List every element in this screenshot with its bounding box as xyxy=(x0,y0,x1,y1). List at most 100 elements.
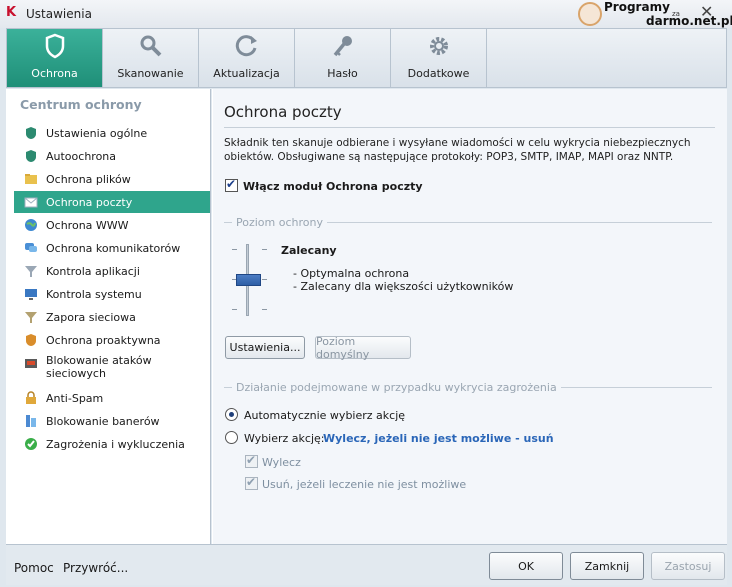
refresh-icon xyxy=(234,33,260,59)
sidebar-item-label: Zapora sieciowa xyxy=(46,310,136,324)
monitor-icon xyxy=(24,287,38,301)
sidebar-item-blokowanie-atakow[interactable]: Blokowanie ataków sieciowych xyxy=(14,352,210,382)
sidebar-heading: Centrum ochrony xyxy=(20,97,142,112)
shield-icon xyxy=(42,33,68,59)
tab-label: Dodatkowe xyxy=(407,67,470,80)
slider-tick xyxy=(262,309,267,310)
sidebar-item-autoochrona[interactable]: Autoochrona xyxy=(14,145,210,167)
sidebar-item-zagrozenia[interactable]: Zagrożenia i wykluczenia xyxy=(14,433,210,455)
help-link[interactable]: Pomoc xyxy=(14,561,54,575)
sidebar-item-label: Blokowanie ataków sieciowych xyxy=(46,354,152,380)
sidebar-item-ustawienia-ogolne[interactable]: Ustawienia ogólne xyxy=(14,122,210,144)
tab-label: Ochrona xyxy=(31,67,78,80)
default-level-button[interactable]: Poziom domyślny xyxy=(315,335,411,361)
sidebar-item-label: Ochrona WWW xyxy=(46,218,129,232)
settings-button[interactable]: Ustawienia... xyxy=(225,336,305,359)
gear-icon xyxy=(426,33,452,59)
window-title: Ustawienia xyxy=(26,7,92,21)
chosen-action-link[interactable]: Wylecz, jeżeli nie jest możliwe - usuń xyxy=(323,432,554,445)
disinfect-label: Wylecz xyxy=(262,456,301,469)
sidebar-item-label: Ochrona proaktywna xyxy=(46,333,161,347)
sidebar-item-anti-spam[interactable]: Anti-Spam xyxy=(14,387,210,409)
enable-checkbox[interactable] xyxy=(225,177,238,192)
shield-orange-icon xyxy=(24,333,38,347)
network-icon xyxy=(24,356,38,370)
level-section-title: Poziom ochrony xyxy=(232,216,327,229)
level-name: Zalecany xyxy=(281,244,337,257)
sidebar-item-label: Anti-Spam xyxy=(46,391,104,405)
radio-choose-label[interactable]: Wybierz akcję: xyxy=(244,432,324,445)
sidebar-item-ochrona-plikow[interactable]: Ochrona plików xyxy=(14,168,210,190)
funnel-icon xyxy=(24,310,38,324)
shield-green-icon xyxy=(24,126,38,140)
check-circle-icon xyxy=(24,437,38,451)
folder-icon xyxy=(24,172,38,186)
tab-aktualizacja[interactable]: Aktualizacja xyxy=(199,29,295,87)
description: Składnik ten skanuje odbierane i wysyłan… xyxy=(224,137,691,163)
slider-tick xyxy=(262,249,267,250)
shield-green-icon xyxy=(24,149,38,163)
ok-button[interactable]: OK xyxy=(489,552,563,580)
radio-choose-action[interactable] xyxy=(225,431,238,444)
sidebar-item-label: Ochrona plików xyxy=(46,172,131,186)
tab-ochrona[interactable]: Ochrona xyxy=(7,29,103,87)
delete-checkbox[interactable] xyxy=(245,475,258,490)
delete-label: Usuń, jeżeli leczenie nie jest możliwe xyxy=(262,478,467,491)
sidebar-item-ochrona-proaktywna[interactable]: Ochrona proaktywna xyxy=(14,329,210,351)
sidebar-item-label: Ochrona komunikatorów xyxy=(46,241,181,255)
funnel-icon xyxy=(24,264,38,278)
envelope-icon xyxy=(24,195,38,209)
title-divider xyxy=(224,127,715,128)
main-panel: Ochrona poczty Składnik ten skanuje odbi… xyxy=(212,89,727,544)
apply-button[interactable]: Zastosuj xyxy=(651,552,725,580)
sidebar-item-label: Ochrona poczty xyxy=(46,195,133,209)
chat-icon xyxy=(24,241,38,255)
tab-label: Skanowanie xyxy=(117,67,184,80)
kaspersky-logo-icon xyxy=(6,5,22,21)
sidebar-item-ochrona-www[interactable]: Ochrona WWW xyxy=(14,214,210,236)
tab-dodatkowe[interactable]: Dodatkowe xyxy=(391,29,487,87)
level-slider-thumb[interactable] xyxy=(236,274,261,286)
sidebar-item-label: Zagrożenia i wykluczenia xyxy=(46,437,185,451)
level-point-2: - Zalecany dla większości użytkowników xyxy=(293,280,514,293)
banner-icon xyxy=(24,414,38,428)
slider-tick xyxy=(232,249,237,250)
watermark-text-1: Programy xyxy=(604,0,670,14)
level-section: Poziom ochrony xyxy=(224,216,712,229)
sidebar-item-kontrola-aplikacji[interactable]: Kontrola aplikacji xyxy=(14,260,210,282)
action-section: Działanie podejmowane w przypadku wykryc… xyxy=(224,381,712,394)
disinfect-checkbox[interactable] xyxy=(245,453,258,468)
action-section-title: Działanie podejmowane w przypadku wykryc… xyxy=(232,381,561,394)
watermark-text-3: darmo.net.pl xyxy=(646,14,732,28)
sidebar-item-zapora-sieciowa[interactable]: Zapora sieciowa xyxy=(14,306,210,328)
radio-auto-action[interactable] xyxy=(225,408,238,421)
sidebar-item-ochrona-komunikatorow[interactable]: Ochrona komunikatorów xyxy=(14,237,210,259)
key-icon xyxy=(330,33,356,59)
sidebar-item-label: Kontrola systemu xyxy=(46,287,142,301)
sidebar: Centrum ochrony Ustawienia ogólne Autooc… xyxy=(6,89,211,544)
sidebar-item-blokowanie-banerow[interactable]: Blokowanie banerów xyxy=(14,410,210,432)
lock-icon xyxy=(24,391,38,405)
slider-tick xyxy=(262,279,267,280)
radio-auto-label[interactable]: Automatycznie wybierz akcję xyxy=(244,409,405,422)
tab-skanowanie[interactable]: Skanowanie xyxy=(103,29,199,87)
sidebar-item-label: Blokowanie banerów xyxy=(46,414,160,428)
sidebar-item-label: Ustawienia ogólne xyxy=(46,126,148,140)
magnifier-icon xyxy=(138,33,164,59)
tab-bar: Ochrona Skanowanie Aktualizacja Hasło Do… xyxy=(6,28,727,88)
sidebar-item-kontrola-systemu[interactable]: Kontrola systemu xyxy=(14,283,210,305)
tab-label: Hasło xyxy=(327,67,358,80)
page-title: Ochrona poczty xyxy=(224,103,342,121)
globe-icon xyxy=(24,218,38,232)
close-icon[interactable]: ✕ xyxy=(700,2,713,21)
slider-tick xyxy=(232,309,237,310)
sidebar-item-ochrona-poczty[interactable]: Ochrona poczty xyxy=(14,191,210,213)
restore-link[interactable]: Przywróć... xyxy=(63,561,128,575)
close-button[interactable]: Zamknij xyxy=(570,552,644,580)
enable-label[interactable]: Włącz moduł Ochrona poczty xyxy=(243,180,423,193)
sidebar-item-label: Autoochrona xyxy=(46,149,117,163)
tab-label: Aktualizacja xyxy=(213,67,280,80)
sidebar-item-label: Kontrola aplikacji xyxy=(46,264,140,278)
watermark-logo-icon xyxy=(578,2,602,26)
tab-haslo[interactable]: Hasło xyxy=(295,29,391,87)
